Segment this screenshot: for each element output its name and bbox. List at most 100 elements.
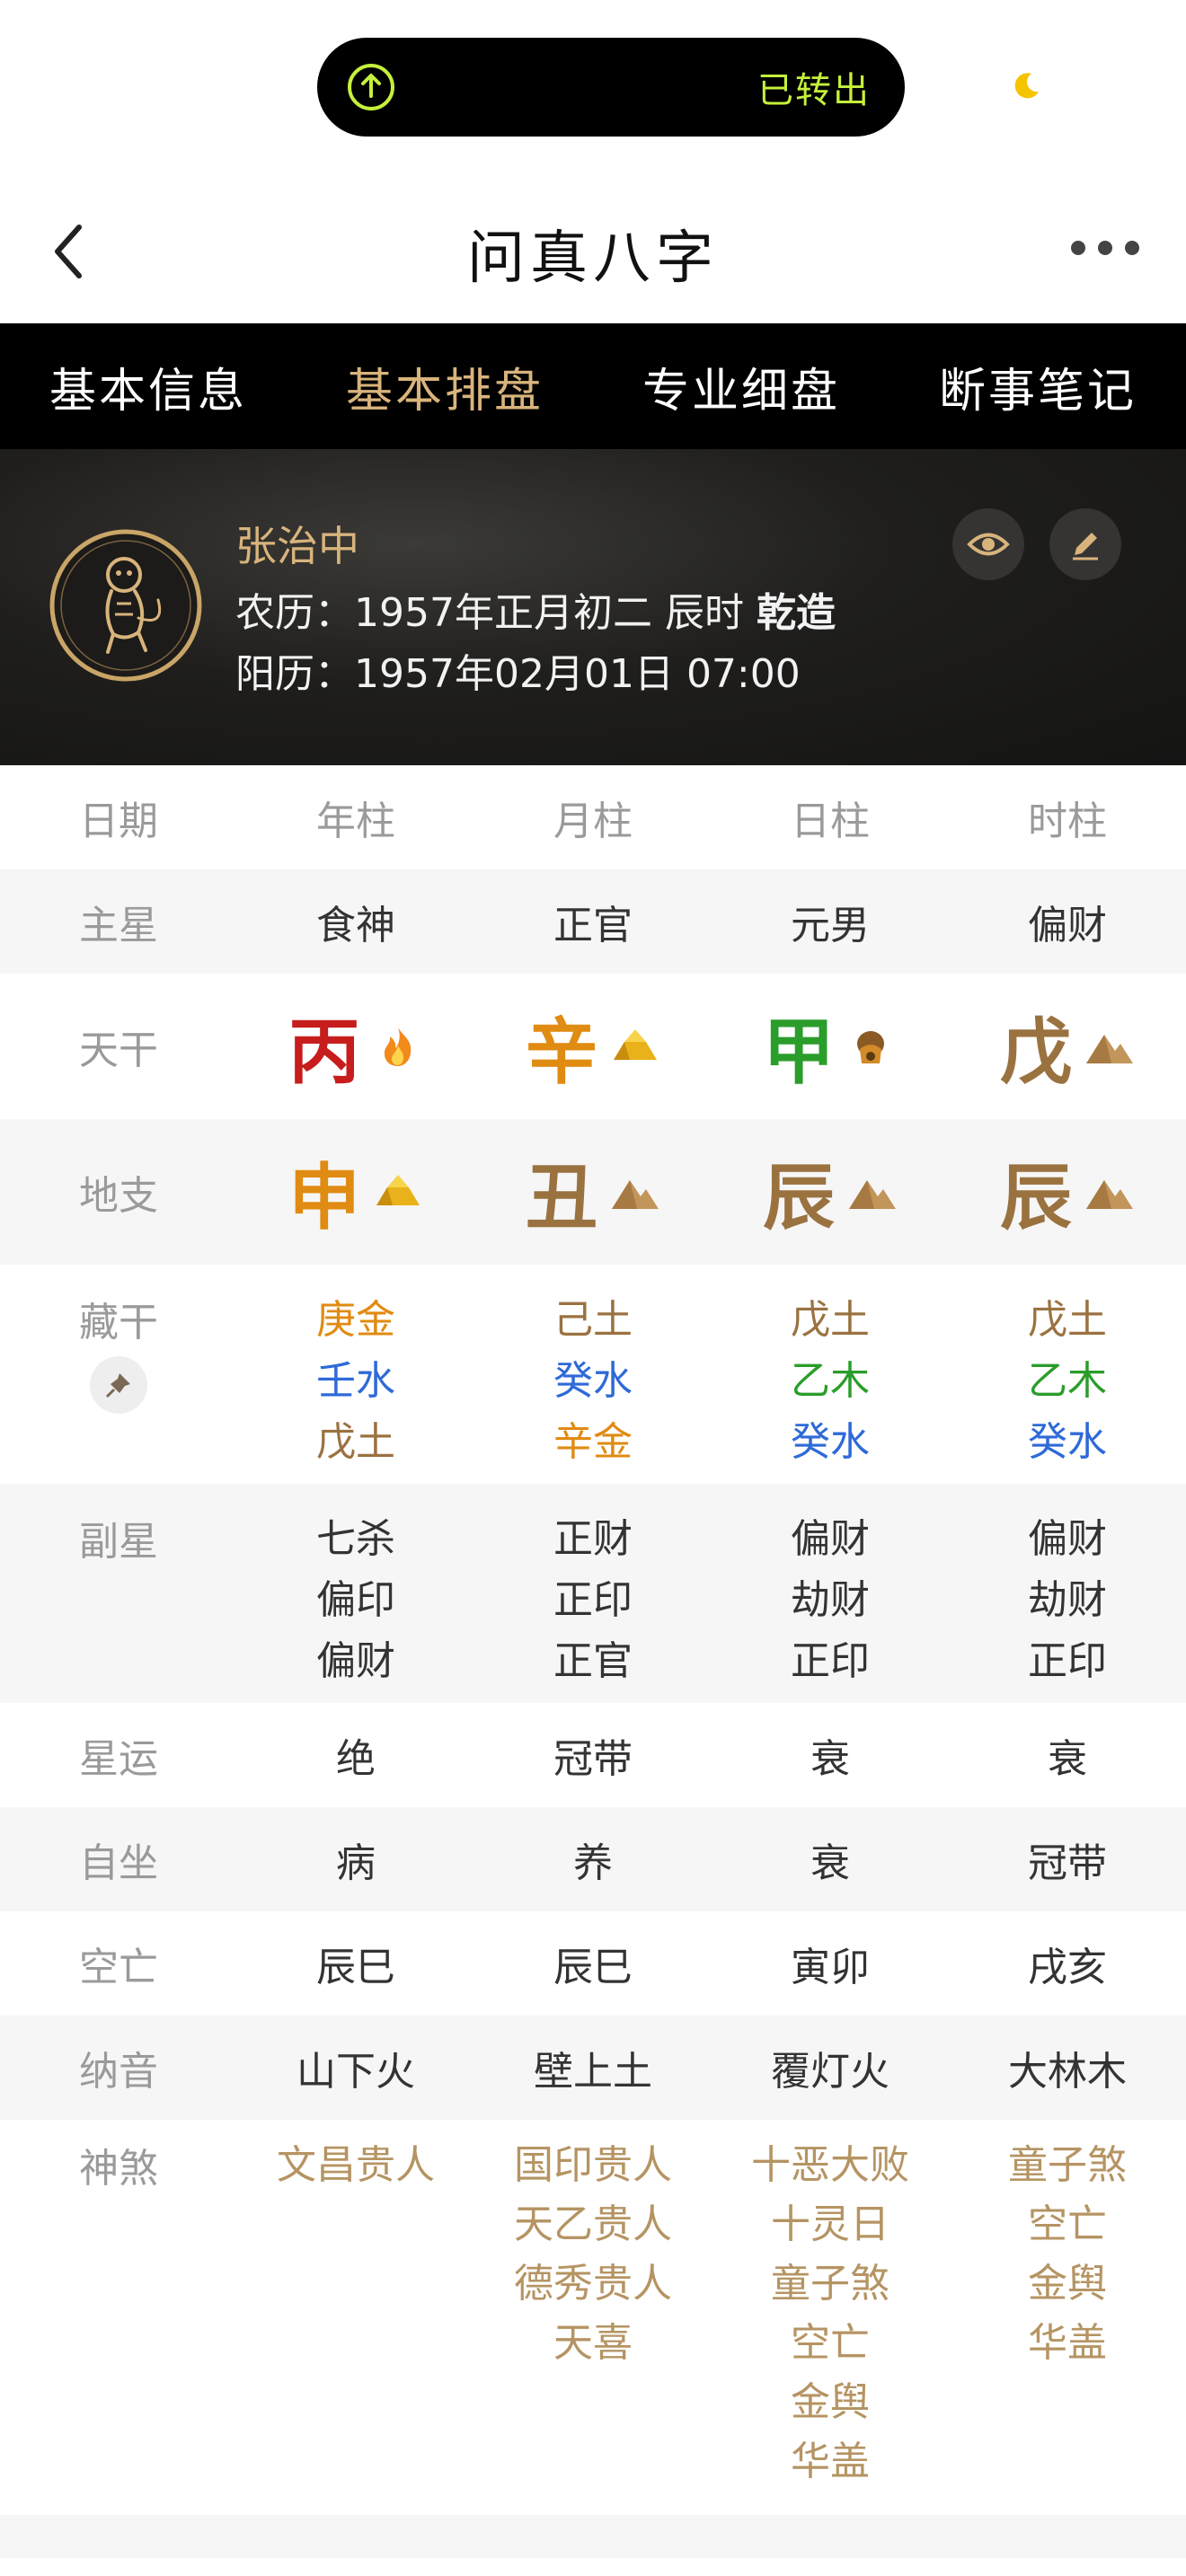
hidden-stems-label-cell: 藏干 xyxy=(0,1265,237,1484)
stem-glyph-group: 甲 xyxy=(763,994,898,1098)
void-year: 辰巳 xyxy=(316,1945,395,1990)
void-month: 辰巳 xyxy=(553,1945,633,1990)
lunar-date: 农历：1957年正月初二 辰时 乾造 xyxy=(235,580,836,638)
header-year-pillar: 年柱 xyxy=(316,798,395,844)
secondary-star-year: 七杀 偏印 偏财 xyxy=(237,1484,474,1703)
spirit-item: 空亡 xyxy=(791,2320,870,2366)
row-star-fortune: 星运 绝 冠带 衰 衰 xyxy=(0,1703,1186,1807)
earthly-branch-year: 申 xyxy=(237,1119,474,1265)
dynamic-island[interactable]: 已转出 xyxy=(317,38,905,137)
tab-notes[interactable]: 断事笔记 xyxy=(890,323,1186,449)
earth-mound-icon xyxy=(1086,1035,1133,1063)
row-label: 副星 xyxy=(79,1519,158,1565)
secondary-star-item: 正官 xyxy=(553,1638,633,1684)
row-label: 纳音 xyxy=(79,2049,158,2095)
page-title: 问真八字 xyxy=(467,225,719,292)
row-label: 星运 xyxy=(79,1736,158,1782)
hidden-stem-item: 癸水 xyxy=(1028,1419,1107,1465)
row-label: 神煞 xyxy=(79,2146,158,2192)
gold-ingot-icon xyxy=(614,1029,657,1060)
row-label: 空亡 xyxy=(79,1945,158,1990)
stem-character: 丙 xyxy=(288,1010,360,1094)
heavenly-stem-hour: 戊 xyxy=(949,974,1186,1119)
spirit-year: 文昌贵人 xyxy=(237,2120,474,2515)
main-star-month: 正官 xyxy=(553,903,633,948)
navigation-bar: 问真八字 xyxy=(0,180,1186,323)
main-star-day: 元男 xyxy=(791,903,870,948)
hidden-stem-item: 辛金 xyxy=(553,1419,633,1465)
self-seat-month: 养 xyxy=(573,1840,613,1886)
secondary-star-item: 劫财 xyxy=(791,1577,870,1623)
more-options-icon[interactable] xyxy=(1069,237,1141,259)
spirit-item: 十恶大败 xyxy=(751,2142,909,2188)
spirit-item: 童子煞 xyxy=(1008,2142,1127,2188)
bazi-table: 日期 年柱 月柱 日柱 时柱 主星 食神 正官 元男 偏财 天干 丙 辛 甲 戊 地支… xyxy=(0,765,1186,2558)
spirit-item: 天喜 xyxy=(553,2320,633,2366)
pin-button[interactable] xyxy=(90,1356,147,1414)
heavenly-stem-month: 辛 xyxy=(474,974,712,1119)
secondary-star-item: 正印 xyxy=(1028,1638,1107,1684)
tab-basic-chart[interactable]: 基本排盘 xyxy=(296,323,593,449)
row-hidden-stems: 藏干 庚金 壬水 戊土 己土 癸水 辛金 戊土 乙木 癸水 戊土 乙木 癸水 xyxy=(0,1265,1186,1484)
row-label: 自坐 xyxy=(79,1840,158,1886)
spirit-item: 国印贵人 xyxy=(514,2142,672,2188)
hidden-stem-item: 癸水 xyxy=(791,1419,870,1465)
spirit-item: 德秀贵人 xyxy=(514,2261,672,2307)
hidden-stem-item: 庚金 xyxy=(316,1297,395,1343)
hidden-stem-item: 戊土 xyxy=(1028,1297,1107,1343)
nayin-day: 覆灯火 xyxy=(771,2049,890,2095)
nayin-month: 壁上土 xyxy=(534,2049,652,2095)
spirit-item: 童子煞 xyxy=(771,2261,890,2307)
header-month-pillar: 月柱 xyxy=(553,798,633,844)
share-upload-icon[interactable] xyxy=(344,60,398,114)
row-secondary-stars: 副星 七杀 偏印 偏财 正财 正印 正官 偏财 劫财 正印 偏财 劫财 正印 xyxy=(0,1484,1186,1703)
secondary-star-item: 七杀 xyxy=(316,1516,395,1562)
wood-icon xyxy=(857,1031,884,1063)
heavenly-stem-day: 甲 xyxy=(712,974,949,1119)
row-spirits: 神煞 文昌贵人 国印贵人 天乙贵人 德秀贵人 天喜 十恶大败 十灵日 童子煞 空亡 金舆 华盖 童子煞… xyxy=(0,2120,1186,2515)
secondary-star-hour: 偏财 劫财 正印 xyxy=(949,1484,1186,1703)
spirit-hour: 童子煞 空亡 金舆 华盖 xyxy=(949,2120,1186,2515)
stem-glyph-group: 辰 xyxy=(763,1140,898,1244)
hidden-stem-item: 乙木 xyxy=(791,1358,870,1404)
profile-header: 张治中 农历：1957年正月初二 辰时 乾造 阳历：1957年02月01日 07… xyxy=(0,449,1186,765)
spirit-item: 天乙贵人 xyxy=(514,2201,672,2247)
stem-glyph-group: 丙 xyxy=(288,994,423,1098)
self-seat-year: 病 xyxy=(336,1840,376,1886)
stem-glyph-group: 辛 xyxy=(526,994,660,1098)
edit-button[interactable] xyxy=(1049,508,1121,580)
person-name: 张治中 xyxy=(235,522,359,570)
self-seat-day: 衰 xyxy=(810,1840,850,1886)
gold-ingot-icon xyxy=(376,1175,420,1205)
stem-character: 丑 xyxy=(526,1156,597,1239)
spirit-item: 文昌贵人 xyxy=(277,2142,435,2188)
earthly-branch-month: 丑 xyxy=(474,1119,712,1265)
lunar-date-text: 农历：1957年正月初二 辰时 xyxy=(235,590,757,636)
earthly-branch-hour: 辰 xyxy=(949,1119,1186,1265)
row-void: 空亡 辰巳 辰巳 寅卯 戌亥 xyxy=(0,1911,1186,2016)
row-label: 地支 xyxy=(79,1173,158,1219)
pin-icon xyxy=(105,1373,130,1398)
table-footer-strip xyxy=(0,2515,1186,2558)
hidden-stem-item: 戊土 xyxy=(316,1419,395,1465)
nayin-year: 山下火 xyxy=(296,2049,415,2095)
hidden-stem-year: 庚金 壬水 戊土 xyxy=(237,1265,474,1484)
hidden-stem-item: 癸水 xyxy=(553,1358,633,1404)
tab-professional-chart[interactable]: 专业细盘 xyxy=(593,323,890,449)
toggle-visibility-button[interactable] xyxy=(952,508,1024,580)
stem-character: 辰 xyxy=(763,1156,835,1239)
hidden-stem-item: 乙木 xyxy=(1028,1358,1107,1404)
stem-glyph-group: 戊 xyxy=(1000,994,1135,1098)
solar-date: 阳历：1957年02月01日 07:00 xyxy=(235,651,801,697)
earth-mound-icon xyxy=(1086,1180,1133,1209)
header-date: 日期 xyxy=(79,798,158,844)
secondary-star-month: 正财 正印 正官 xyxy=(474,1484,712,1703)
heavenly-stem-year: 丙 xyxy=(237,974,474,1119)
spirit-month: 国印贵人天乙贵人德秀贵人天喜 xyxy=(474,2120,712,2515)
hidden-stem-item: 壬水 xyxy=(316,1358,395,1404)
spirit-day: 十恶大败 十灵日 童子煞 空亡 金舆 华盖 xyxy=(712,2120,949,2515)
monkey-zodiac-avatar xyxy=(49,529,202,682)
row-self-seat: 自坐 病 养 衰 冠带 xyxy=(0,1807,1186,1911)
tab-basic-info[interactable]: 基本信息 xyxy=(0,323,296,449)
earth-mound-icon xyxy=(849,1180,896,1209)
